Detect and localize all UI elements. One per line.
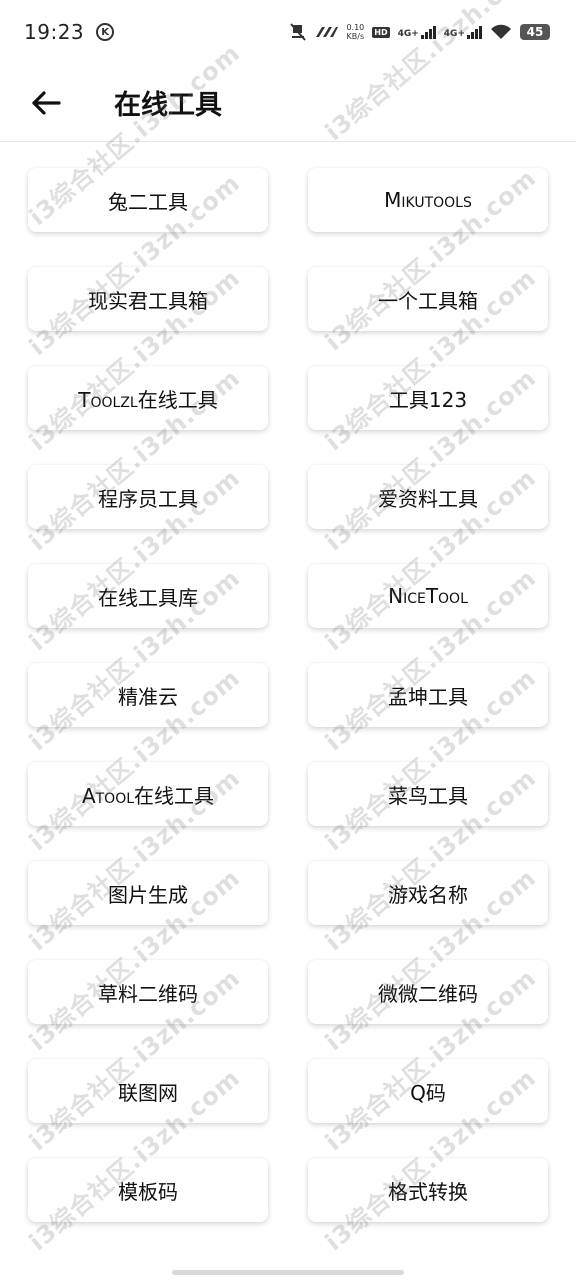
signal-bars-icon xyxy=(420,25,436,39)
gesture-bar[interactable] xyxy=(172,1270,404,1275)
tool-card[interactable]: Mikutools xyxy=(308,168,548,232)
tool-label: 图片生成 xyxy=(108,882,188,907)
tool-label: 孟坤工具 xyxy=(388,684,468,709)
tool-label: 菜鸟工具 xyxy=(388,783,468,808)
tool-card[interactable]: 在线工具库 xyxy=(28,564,268,628)
tool-label: Q码 xyxy=(410,1080,446,1105)
signal-sim1: 4G+ xyxy=(397,25,436,39)
tool-grid: 兔二工具 Mikutools 现实君工具箱 一个工具箱 Toolzl在线工具 工… xyxy=(28,168,548,1222)
back-button[interactable] xyxy=(22,79,70,127)
screen: 19:23 K 0.10 KB/s HD 4G+ 4G+ 45 在线工具 兔二工… xyxy=(0,0,576,1280)
tool-label: 在线工具库 xyxy=(98,585,198,610)
battery-icon: 45 xyxy=(520,24,550,40)
tool-label: 游戏名称 xyxy=(388,882,468,907)
status-bar: 19:23 K 0.10 KB/s HD 4G+ 4G+ 45 xyxy=(0,0,576,64)
status-time: 19:23 xyxy=(24,20,85,44)
tool-label: 微微二维码 xyxy=(378,981,478,1006)
status-right: 0.10 KB/s HD 4G+ 4G+ 45 xyxy=(290,23,550,41)
tool-card[interactable]: Atool在线工具 xyxy=(28,762,268,826)
page-title: 在线工具 xyxy=(114,90,222,121)
tool-card[interactable]: NiceTool xyxy=(308,564,548,628)
carrier-logo-icon xyxy=(316,27,339,37)
k-badge-icon: K xyxy=(96,23,115,41)
tool-card[interactable]: 爱资料工具 xyxy=(308,465,548,529)
tool-card[interactable]: 程序员工具 xyxy=(28,465,268,529)
tool-card[interactable]: Q码 xyxy=(308,1059,548,1123)
tool-card[interactable]: 兔二工具 xyxy=(28,168,268,232)
signal-sim2: 4G+ xyxy=(443,25,482,39)
tool-card[interactable]: 精准云 xyxy=(28,663,268,727)
hd-badge: HD xyxy=(372,26,390,38)
vibrate-off-icon xyxy=(290,23,307,41)
tool-label: Toolzl在线工具 xyxy=(78,387,218,412)
tool-card[interactable]: 菜鸟工具 xyxy=(308,762,548,826)
tool-label: 爱资料工具 xyxy=(378,486,478,511)
tool-card[interactable]: Toolzl在线工具 xyxy=(28,366,268,430)
tool-card[interactable]: 孟坤工具 xyxy=(308,663,548,727)
tool-card[interactable]: 模板码 xyxy=(28,1158,268,1222)
tool-card[interactable]: 微微二维码 xyxy=(308,960,548,1024)
tool-label: 联图网 xyxy=(118,1080,178,1105)
arrow-left-icon xyxy=(32,90,61,115)
status-left: 19:23 K xyxy=(24,20,115,44)
tool-label: 一个工具箱 xyxy=(378,288,478,313)
tool-card[interactable]: 联图网 xyxy=(28,1059,268,1123)
tool-card[interactable]: 草料二维码 xyxy=(28,960,268,1024)
tool-card[interactable]: 图片生成 xyxy=(28,861,268,925)
tool-card[interactable]: 工具123 xyxy=(308,366,548,430)
tool-label: 工具123 xyxy=(388,387,468,412)
tool-label: 模板码 xyxy=(118,1179,178,1204)
tool-card[interactable]: 现实君工具箱 xyxy=(28,267,268,331)
signal-bars-icon xyxy=(467,25,482,39)
tool-card[interactable]: 游戏名称 xyxy=(308,861,548,925)
speed-unit: KB/s xyxy=(346,32,365,41)
tool-label: 精准云 xyxy=(118,684,178,709)
tool-label: 格式转换 xyxy=(388,1179,468,1204)
tool-label: 程序员工具 xyxy=(98,486,198,511)
tool-label: 现实君工具箱 xyxy=(88,288,208,313)
tool-card[interactable]: 一个工具箱 xyxy=(308,267,548,331)
network-speed: 0.10 KB/s xyxy=(346,23,364,41)
tool-label: Mikutools xyxy=(384,188,472,212)
speed-value: 0.10 xyxy=(346,23,365,32)
tool-label: 兔二工具 xyxy=(108,189,188,214)
tool-label: 草料二维码 xyxy=(98,981,198,1006)
wifi-icon xyxy=(491,24,511,39)
net2-label: 4G+ xyxy=(443,28,465,39)
app-header: 在线工具 xyxy=(0,64,576,142)
net1-label: 4G+ xyxy=(397,28,419,39)
tool-card[interactable]: 格式转换 xyxy=(308,1158,548,1222)
tool-label: NiceTool xyxy=(388,584,468,608)
tool-label: Atool在线工具 xyxy=(81,783,215,808)
